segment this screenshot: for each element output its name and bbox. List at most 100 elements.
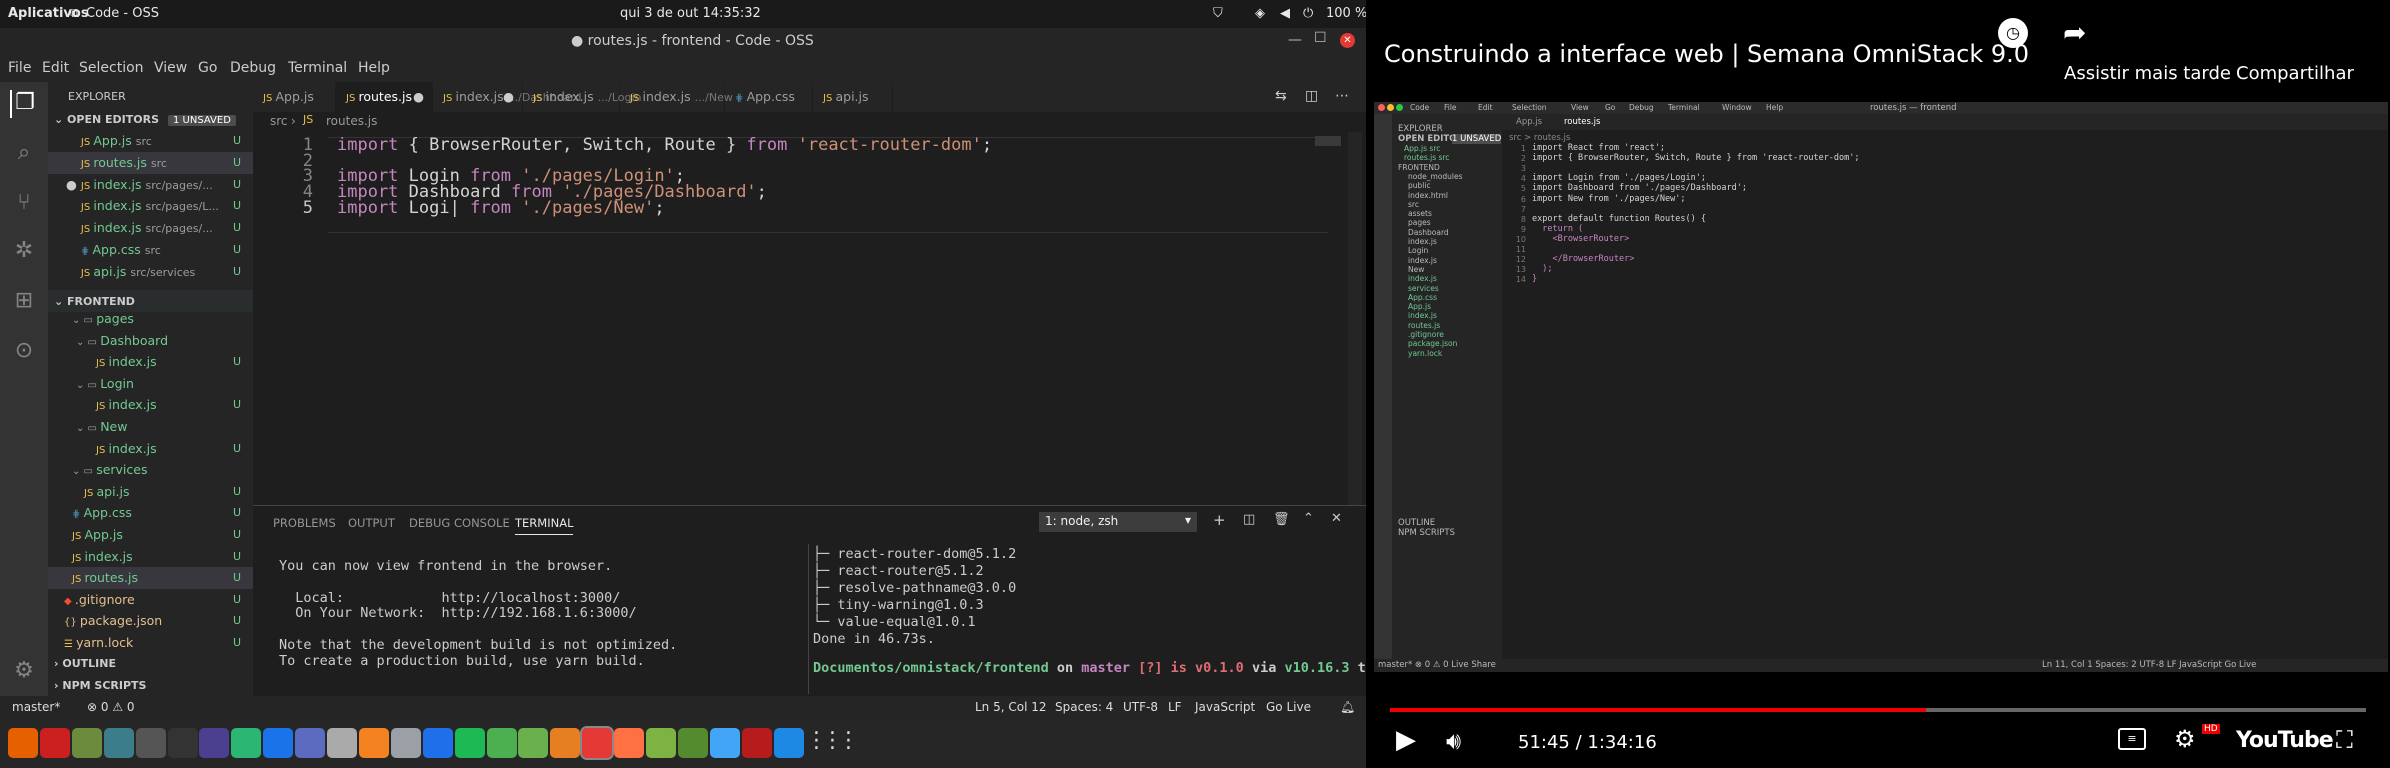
menu-view[interactable]: View — [154, 60, 187, 76]
typora-icon[interactable] — [486, 728, 517, 758]
tab-index-js[interactable]: JS index.js .../Dashboard ● — [433, 82, 582, 112]
indentation[interactable]: Spaces: 4 — [1055, 700, 1113, 714]
qbittorrent-icon[interactable] — [263, 728, 294, 758]
inkscape-icon[interactable] — [135, 728, 166, 758]
code-line[interactable]: import { BrowserRouter, Switch, Route } … — [337, 135, 992, 155]
progress-track[interactable] — [1390, 708, 2366, 712]
volume-icon[interactable]: ◀ — [1280, 6, 1290, 21]
video-frame[interactable]: Code File Edit Selection View Go Debug Terminal… — [1374, 102, 2388, 672]
tree-item[interactable]: ☰ yarn.lock U — [48, 632, 253, 654]
opera-icon[interactable] — [39, 728, 70, 758]
mail-icon[interactable] — [295, 728, 326, 758]
wifi-icon[interactable]: ◈ — [1255, 6, 1265, 21]
hacker-icon[interactable] — [677, 728, 708, 758]
terminal-icon[interactable] — [167, 728, 198, 758]
watch-later-label[interactable]: Assistir mais tarde — [2064, 63, 2231, 84]
code-editor[interactable]: 1 import { BrowserRouter, Switch, Route }… — [253, 132, 1366, 505]
open-editor-item[interactable]: ● ⋕ App.css src U — [48, 239, 253, 261]
unsaved-dot-icon[interactable]: ● — [503, 82, 514, 112]
close-window-button[interactable]: ✕ — [1340, 33, 1355, 48]
tree-item[interactable]: ⌄ ▭ pages — [48, 308, 253, 330]
shield-icon[interactable]: ⛉ — [1213, 6, 1223, 21]
debug-icon[interactable]: ✲ — [10, 238, 38, 266]
maximize-button[interactable]: ☐ — [1314, 30, 1327, 46]
terminal-left[interactable]: You can now view frontend in the browser… — [253, 506, 808, 696]
more-actions-icon[interactable]: ⋯ — [1335, 88, 1349, 104]
vscode-icon[interactable] — [580, 726, 615, 760]
open-editor-item[interactable]: ● JS api.js src/services U — [48, 261, 253, 283]
git-branch[interactable]: master* — [12, 700, 60, 714]
menu-help[interactable]: Help — [358, 60, 390, 76]
unsaved-dot-icon[interactable]: ● — [413, 82, 424, 112]
menu-selection[interactable]: Selection — [79, 60, 144, 76]
show-apps-icon[interactable]: ⋮⋮⋮ — [806, 728, 860, 758]
open-editor-item[interactable]: ● JS routes.js src U — [48, 151, 253, 174]
tree-item[interactable]: JS index.js U — [48, 438, 253, 460]
tree-item[interactable]: JS routes.js U — [48, 567, 253, 590]
battery-level[interactable]: 100 % — [1326, 6, 1367, 21]
eclipse-icon[interactable] — [199, 728, 230, 758]
tree-item[interactable]: JS index.js U — [48, 394, 253, 416]
pycharm-icon[interactable] — [550, 728, 581, 758]
menu-debug[interactable]: Debug — [230, 60, 276, 76]
youtube-logo[interactable]: YouTube — [2236, 728, 2334, 753]
tab-routes-js[interactable]: JS routes.js ● — [336, 82, 433, 112]
terminal-right[interactable]: Documentos/omnistack/frontend on master … — [809, 506, 1423, 708]
breadcrumb-folder[interactable]: src — [270, 114, 288, 128]
menu-go[interactable]: Go — [198, 60, 217, 76]
sublime-icon[interactable] — [518, 728, 549, 758]
cursor-position[interactable]: Ln 5, Col 12 — [975, 700, 1047, 714]
tree-item[interactable]: JS api.js U — [48, 481, 253, 503]
terminal-alt-icon[interactable] — [103, 728, 134, 758]
go-live[interactable]: Go Live — [1266, 700, 1311, 714]
problems-count[interactable]: ⊗ 0 ⚠ 0 — [87, 700, 135, 714]
clock-icon[interactable]: ◷ — [1998, 18, 2028, 48]
tree-item[interactable]: ◆ .gitignore U — [48, 589, 253, 611]
minecraft-icon[interactable] — [614, 728, 645, 758]
menu-terminal[interactable]: Terminal — [288, 60, 347, 76]
bell-icon[interactable]: 🔔︎ — [1340, 700, 1355, 714]
open-editor-item[interactable]: ● JS index.js src/pages/... U — [48, 217, 253, 239]
open-editor-item[interactable]: ● JS App.js src U — [48, 130, 253, 152]
volume-icon[interactable]: 🔊︎ — [1446, 727, 1461, 755]
open-changes-icon[interactable]: ⇆ — [1275, 88, 1287, 104]
file-manager-icon[interactable] — [71, 728, 102, 758]
open-editor-item[interactable]: ● JS index.js src/pages/... U — [48, 174, 253, 196]
downloader-icon[interactable] — [454, 728, 485, 758]
wireshark-icon[interactable] — [646, 728, 676, 758]
tree-item[interactable]: ⌄ ▭ Dashboard — [48, 330, 253, 352]
discord-icon[interactable] — [741, 728, 772, 758]
tree-item[interactable]: ⌄ ▭ Login — [48, 373, 253, 395]
clock[interactable]: qui 3 de out 14:35:32 — [620, 6, 761, 21]
settings-gear-icon[interactable]: ⚙ — [10, 658, 38, 686]
calculator-icon[interactable] — [422, 728, 453, 758]
spotify-icon[interactable] — [358, 728, 389, 758]
active-app-name[interactable]: Code - OSS — [86, 6, 159, 21]
open-editors-header[interactable]: ⌄ OPEN EDITORS 1 UNSAVED — [48, 108, 253, 130]
open-editor-item[interactable]: ● JS index.js src/pages/L... U — [48, 195, 253, 217]
tree-item[interactable]: {} package.json U — [48, 610, 253, 632]
outline-section[interactable]: › OUTLINE — [48, 652, 253, 674]
tab-index-js[interactable]: JS index.js .../New — [620, 82, 733, 112]
share-label[interactable]: Compartilhar — [2236, 63, 2354, 84]
power-icon[interactable]: ⏻ — [1303, 6, 1313, 21]
tree-item[interactable]: JS index.js U — [48, 546, 253, 568]
source-control-icon[interactable]: ⑂ — [10, 190, 38, 218]
text-editor-icon[interactable] — [327, 728, 357, 758]
minimap[interactable] — [1315, 136, 1341, 146]
minimize-button[interactable]: — — [1288, 32, 1302, 48]
breadcrumb-file[interactable]: routes.js — [326, 114, 377, 128]
firefox-icon[interactable] — [8, 728, 38, 758]
tree-item[interactable]: ⌄ ▭ services — [48, 459, 253, 481]
encoding[interactable]: UTF-8 — [1123, 700, 1158, 714]
split-editor-icon[interactable]: ◫ — [1305, 88, 1318, 104]
tab-App-css[interactable]: ⋕ App.css — [725, 82, 813, 112]
settings-gear-icon[interactable]: ⚙ — [2174, 725, 2196, 753]
line-ending[interactable]: LF — [1168, 700, 1182, 714]
code-line[interactable]: import Logi| from './pages/New'; — [337, 198, 665, 218]
apps-icon[interactable] — [773, 728, 804, 758]
app-icon[interactable] — [231, 728, 262, 758]
menu-edit[interactable]: Edit — [42, 60, 69, 76]
files-icon[interactable] — [390, 728, 421, 758]
tab-index-js[interactable]: JS index.js .../Login — [523, 82, 642, 112]
